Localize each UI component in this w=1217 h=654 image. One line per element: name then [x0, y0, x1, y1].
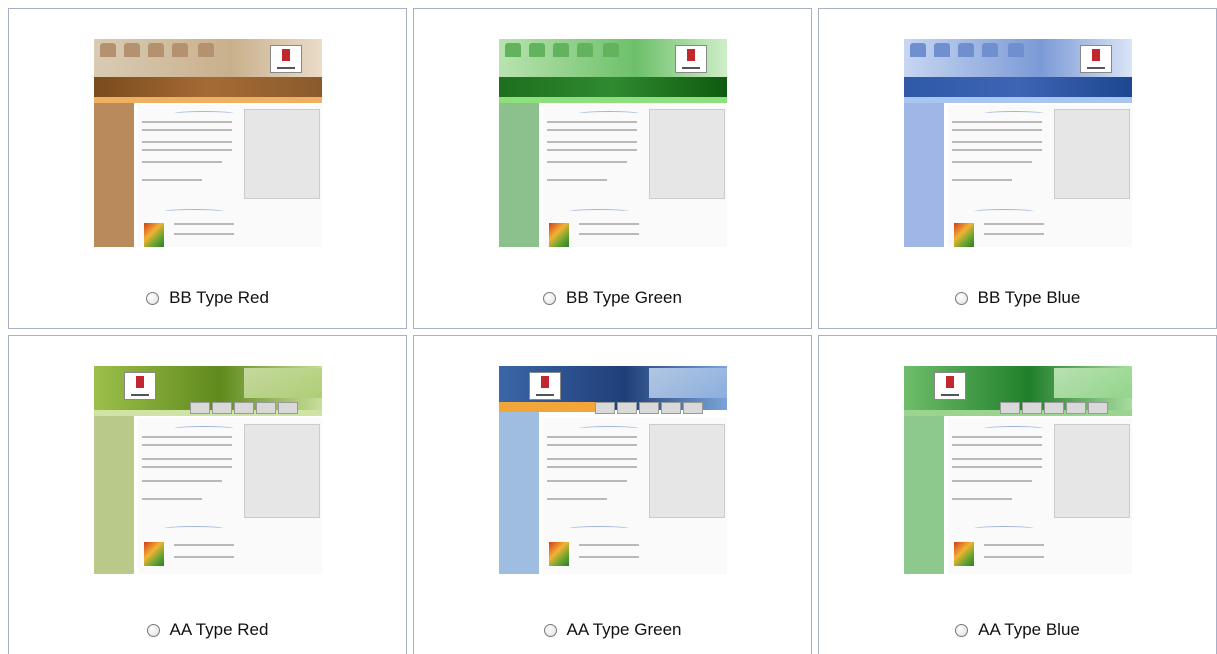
- template-option-bb-blue[interactable]: BB Type Blue: [818, 8, 1217, 329]
- template-choice[interactable]: BB Type Blue: [819, 288, 1216, 308]
- template-choice[interactable]: AA Type Blue: [819, 620, 1216, 640]
- template-choice[interactable]: BB Type Red: [9, 288, 406, 308]
- template-thumbnail[interactable]: [499, 39, 727, 247]
- template-label: BB Type Green: [566, 288, 682, 307]
- template-label: AA Type Red: [169, 620, 269, 639]
- template-thumbnail[interactable]: [94, 366, 322, 574]
- template-thumbnail[interactable]: [904, 366, 1132, 574]
- radio-button[interactable]: [146, 623, 160, 637]
- template-label: BB Type Red: [169, 288, 269, 307]
- template-option-aa-green[interactable]: AA Type Green: [413, 335, 812, 654]
- template-label: AA Type Green: [566, 620, 682, 639]
- template-option-aa-red[interactable]: AA Type Red: [8, 335, 407, 654]
- template-thumbnail[interactable]: [94, 39, 322, 247]
- template-thumbnail[interactable]: [499, 366, 727, 574]
- template-choice[interactable]: BB Type Green: [414, 288, 811, 308]
- template-option-bb-green[interactable]: BB Type Green: [413, 8, 812, 329]
- radio-button[interactable]: [543, 623, 557, 637]
- template-thumbnail[interactable]: [904, 39, 1132, 247]
- radio-button[interactable]: [954, 291, 968, 305]
- radio-button[interactable]: [146, 291, 160, 305]
- radio-button[interactable]: [955, 623, 969, 637]
- template-label: AA Type Blue: [978, 620, 1080, 639]
- template-option-bb-red[interactable]: BB Type Red: [8, 8, 407, 329]
- radio-button[interactable]: [543, 291, 557, 305]
- template-choice[interactable]: AA Type Red: [9, 620, 406, 640]
- template-choice[interactable]: AA Type Green: [414, 620, 811, 640]
- template-option-aa-blue[interactable]: AA Type Blue: [818, 335, 1217, 654]
- template-label: BB Type Blue: [977, 288, 1081, 307]
